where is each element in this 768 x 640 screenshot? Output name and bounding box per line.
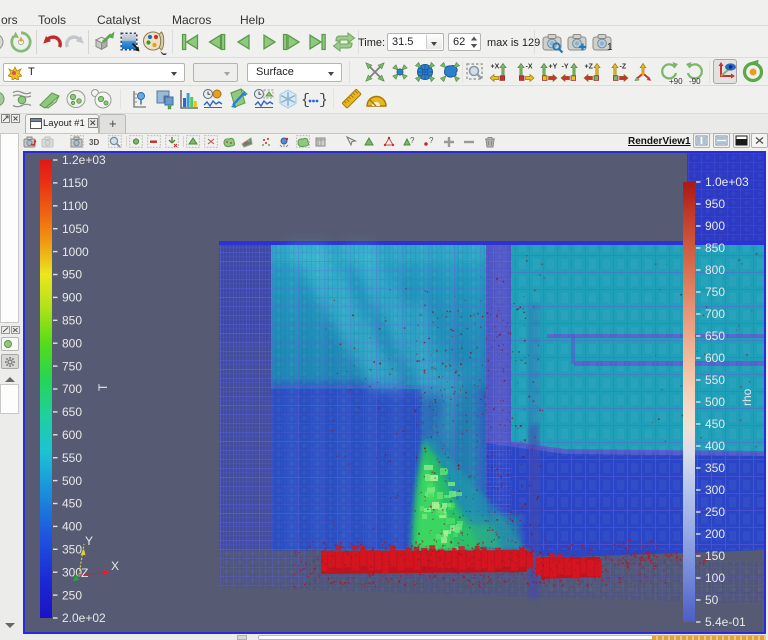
svg-text:900: 900 xyxy=(62,291,82,305)
svg-text:+X: +X xyxy=(491,64,500,71)
svg-text:-90: -90 xyxy=(689,77,701,85)
svg-text:950: 950 xyxy=(62,268,82,282)
svg-text:950: 950 xyxy=(705,197,725,211)
svg-text:Z: Z xyxy=(81,566,88,580)
svg-text:{: { xyxy=(301,92,310,109)
svg-text:100: 100 xyxy=(705,571,725,585)
svg-text:700: 700 xyxy=(62,382,82,396)
svg-text:500: 500 xyxy=(62,474,82,488)
svg-text:650: 650 xyxy=(705,329,725,343)
svg-text:250: 250 xyxy=(62,588,82,602)
svg-text:350: 350 xyxy=(62,543,82,557)
svg-text:1.0e+03: 1.0e+03 xyxy=(705,175,749,189)
svg-text:300: 300 xyxy=(62,565,82,579)
svg-text:850: 850 xyxy=(705,241,725,255)
svg-text:300: 300 xyxy=(705,483,725,497)
svg-text:X: X xyxy=(111,559,119,573)
svg-text:400: 400 xyxy=(705,439,725,453)
svg-text:-X: -X xyxy=(525,64,532,71)
svg-text:1000: 1000 xyxy=(62,245,89,259)
svg-text:1050: 1050 xyxy=(62,222,89,236)
svg-text:900: 900 xyxy=(705,219,725,233)
svg-text:650: 650 xyxy=(62,405,82,419)
svg-text:rho: rho xyxy=(740,388,754,406)
svg-text:550: 550 xyxy=(62,451,82,465)
svg-text:150: 150 xyxy=(705,549,725,563)
svg-text:+Z: +Z xyxy=(585,64,594,71)
svg-text:500: 500 xyxy=(705,395,725,409)
svg-text:-Y: -Y xyxy=(561,64,568,71)
svg-text:550: 550 xyxy=(705,373,725,387)
svg-text:+Y: +Y xyxy=(549,64,558,71)
svg-text:450: 450 xyxy=(705,417,725,431)
svg-text:2.0e+02: 2.0e+02 xyxy=(62,611,106,625)
svg-text:600: 600 xyxy=(705,351,725,365)
svg-text:5.4e-01: 5.4e-01 xyxy=(705,615,746,629)
svg-text:700: 700 xyxy=(705,307,725,321)
svg-text:}: } xyxy=(319,92,326,109)
svg-text:250: 250 xyxy=(705,505,725,519)
svg-text:?: ? xyxy=(429,136,434,145)
svg-text:1150: 1150 xyxy=(62,176,88,190)
svg-text:850: 850 xyxy=(62,314,82,328)
svg-text:750: 750 xyxy=(705,285,725,299)
svg-text:1.2e+03: 1.2e+03 xyxy=(62,153,106,167)
svg-text:600: 600 xyxy=(62,428,82,442)
svg-text:1100: 1100 xyxy=(62,199,88,213)
svg-text:50: 50 xyxy=(705,593,719,607)
svg-text:800: 800 xyxy=(62,336,82,350)
svg-text:350: 350 xyxy=(705,461,725,475)
svg-text:450: 450 xyxy=(62,497,82,511)
svg-text:750: 750 xyxy=(62,359,82,373)
svg-text:200: 200 xyxy=(705,527,725,541)
svg-text:T: T xyxy=(96,383,110,391)
svg-text:Y: Y xyxy=(85,534,93,548)
svg-text:400: 400 xyxy=(62,520,82,534)
svg-text:?: ? xyxy=(410,136,415,145)
svg-text:-Z: -Z xyxy=(619,64,626,71)
svg-text:800: 800 xyxy=(705,263,725,277)
